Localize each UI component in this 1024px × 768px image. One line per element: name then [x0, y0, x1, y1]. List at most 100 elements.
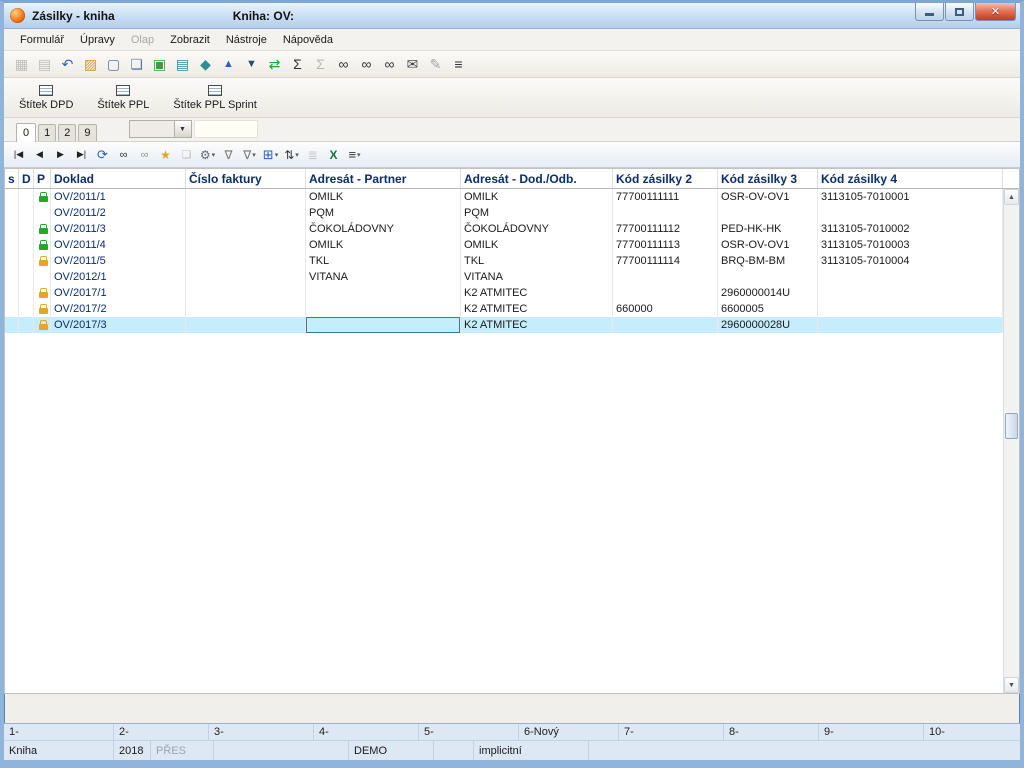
cell-p	[34, 189, 51, 205]
nav-prev-icon[interactable]: ◀	[29, 144, 50, 165]
cell	[186, 301, 306, 317]
views-icon[interactable]: ⊞▾	[260, 144, 281, 165]
tools-icon[interactable]: ⚙▾	[197, 144, 218, 165]
fkey-slot-2[interactable]: 2-	[114, 724, 209, 740]
find-doc-icon[interactable]: ∞	[378, 53, 401, 75]
table-row[interactable]: OV/2011/3ČOKOLÁDOVNYČOKOLÁDOVNY777001111…	[5, 221, 1003, 237]
find-next-icon[interactable]: ∞	[355, 53, 378, 75]
table-row[interactable]: OV/2017/2K2 ATMITEC6600006600005	[5, 301, 1003, 317]
column-header-ko-d-za-silky-3[interactable]: Kód zásilky 3	[718, 169, 818, 188]
sort-icon[interactable]: ⇅▾	[281, 144, 302, 165]
fkey-slot-7[interactable]: 7-	[619, 724, 724, 740]
table-row[interactable]: OV/2017/1K2 ATMITEC2960000014U	[5, 285, 1003, 301]
combo-dropdown-button[interactable]: ▼	[175, 120, 192, 138]
cell: TKL	[306, 253, 461, 269]
scrollbar-thumb[interactable]	[1005, 413, 1018, 439]
tab-9[interactable]: 9	[78, 124, 96, 141]
column-header-adresa-t-dod-odb[interactable]: Adresát - Dod./Odb.	[461, 169, 613, 188]
nav-next-icon[interactable]: ▶	[50, 144, 71, 165]
cell: OV/2011/4	[51, 237, 186, 253]
fkey-slot-4[interactable]: 4-	[314, 724, 419, 740]
new-record-icon[interactable]: ▣	[148, 53, 171, 75]
new-icon[interactable]: ▢	[102, 53, 125, 75]
cell	[186, 221, 306, 237]
table-row[interactable]: OV/2011/4OMILKOMILK77700111113OSR-OV-OV1…	[5, 237, 1003, 253]
cell	[186, 253, 306, 269]
cell: 3113105-7010001	[818, 189, 1003, 205]
function-key-status-bar: 1-2-3-4-5-6-Nový7-8-9-10-	[4, 723, 1020, 740]
cell: VITANA	[461, 269, 613, 285]
column-header-ko-d-za-silky-2[interactable]: Kód zásilky 2	[613, 169, 718, 188]
refresh-green-icon[interactable]: ⇄	[263, 53, 286, 75]
copy-icon[interactable]: ❏	[125, 53, 148, 75]
minimize-button[interactable]	[915, 3, 944, 21]
column-header-ko-d-za-silky-4[interactable]: Kód zásilky 4	[818, 169, 1003, 188]
notes-icon[interactable]: ▤	[171, 53, 194, 75]
nav-first-icon[interactable]: |◀	[8, 144, 29, 165]
button-s-ti-tek-dpd[interactable]: Štítek DPD	[12, 81, 80, 114]
nav-last-icon[interactable]: ▶|	[71, 144, 92, 165]
open-icon[interactable]: ▨	[79, 53, 102, 75]
send-icon[interactable]: ◆	[194, 53, 217, 75]
tab-1[interactable]: 1	[38, 124, 56, 141]
scroll-down-button[interactable]: ▼	[1004, 677, 1019, 693]
filter-icon[interactable]: ∇	[218, 144, 239, 165]
sum-icon[interactable]: Σ	[286, 53, 309, 75]
fkey-slot-8[interactable]: 8-	[724, 724, 819, 740]
fkey-slot-9[interactable]: 9-	[819, 724, 924, 740]
favorites-icon[interactable]: ★	[155, 144, 176, 165]
scroll-up-button[interactable]: ▲	[1004, 189, 1019, 205]
button-s-ti-tek-ppl[interactable]: Štítek PPL	[90, 81, 156, 114]
up-arrow-icon[interactable]: ▲	[217, 53, 240, 75]
cell	[186, 189, 306, 205]
fkey-slot-1[interactable]: 1-	[4, 724, 114, 740]
menu-na-stroje[interactable]: Nástroje	[218, 31, 275, 49]
scrollbar-track[interactable]	[1004, 205, 1019, 677]
refresh-icon[interactable]: ⟳	[92, 144, 113, 165]
minimize-icon	[925, 13, 934, 16]
menu-zobrazit[interactable]: Zobrazit	[162, 31, 218, 49]
cell: OMILK	[306, 237, 461, 253]
down-arrow-icon[interactable]: ▼	[240, 53, 263, 75]
table-row[interactable]: OV/2012/1VITANAVITANA	[5, 269, 1003, 285]
table-row[interactable]: OV/2011/2PQMPQM	[5, 205, 1003, 221]
filter-menu-icon[interactable]: ∇▾	[239, 144, 260, 165]
menu-icon[interactable]: ≡▾	[344, 144, 365, 165]
cell	[186, 285, 306, 301]
excel-icon[interactable]: X	[323, 144, 344, 165]
table-row[interactable]: OV/2017/3K2 ATMITEC2960000028U	[5, 317, 1003, 333]
menu-u-pravy[interactable]: Úpravy	[72, 31, 123, 49]
cell	[613, 317, 718, 333]
fkey-slot-3[interactable]: 3-	[209, 724, 314, 740]
column-header-s[interactable]: s	[5, 169, 19, 188]
maximize-button[interactable]	[945, 3, 974, 21]
cell: OV/2011/5	[51, 253, 186, 269]
vertical-scrollbar[interactable]: ▲ ▼	[1003, 189, 1019, 693]
find-icon[interactable]: ∞	[113, 144, 134, 165]
tab-0[interactable]: 0	[16, 123, 36, 142]
chevron-down-icon: ▼	[1008, 682, 1015, 689]
menu-na-pove-da[interactable]: Nápověda	[275, 31, 341, 49]
column-header-doklad[interactable]: Doklad	[51, 169, 186, 188]
column-header-d[interactable]: D	[19, 169, 34, 188]
tab-2[interactable]: 2	[58, 124, 76, 141]
close-button[interactable]: ✕	[975, 3, 1016, 21]
column-header-c-i-slo-faktury[interactable]: Číslo faktury	[186, 169, 306, 188]
table-row[interactable]: OV/2011/1OMILKOMILK77700111111OSR-OV-OV1…	[5, 189, 1003, 205]
button-s-ti-tek-ppl-sprint[interactable]: Štítek PPL Sprint	[166, 81, 263, 114]
filter-combo-field[interactable]	[129, 120, 175, 138]
undo-icon[interactable]: ↶	[56, 53, 79, 75]
grid-navigation-toolbar: |◀◀▶▶|⟳∞∞★❏⚙▾∇∇▾⊞▾⇅▾≣X≡▾	[4, 142, 1020, 168]
mail-icon[interactable]: ✉	[401, 53, 424, 75]
column-header-p[interactable]: P	[34, 169, 51, 188]
fkey-slot-6[interactable]: 6-Nový	[519, 724, 619, 740]
menu-formula-r[interactable]: Formulář	[12, 31, 72, 49]
quick-search-input[interactable]	[194, 120, 258, 138]
table-row[interactable]: OV/2011/5TKLTKL77700111114BRQ-BM-BM31131…	[5, 253, 1003, 269]
fkey-slot-5[interactable]: 5-	[419, 724, 519, 740]
fkey-slot-10[interactable]: 10-	[924, 724, 1020, 740]
list-icon[interactable]: ≡	[447, 53, 470, 75]
find-icon[interactable]: ∞	[332, 53, 355, 75]
chevron-down-icon: ▾	[357, 151, 361, 159]
column-header-adresa-t-partner[interactable]: Adresát - Partner	[306, 169, 461, 188]
